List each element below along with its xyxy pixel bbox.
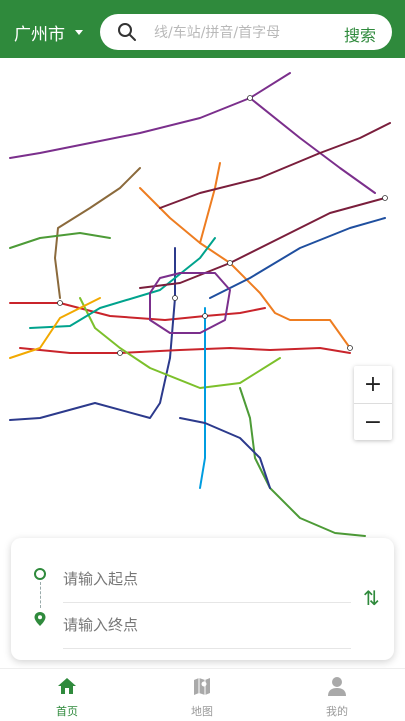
metro-line-2 bbox=[9, 247, 176, 421]
zoom-out-button[interactable]: − bbox=[354, 403, 392, 441]
metro-line-3 bbox=[139, 187, 351, 349]
divider bbox=[63, 648, 351, 649]
metro-line-22 bbox=[9, 232, 111, 249]
start-point-field[interactable]: 请输入起点 bbox=[11, 560, 351, 603]
route-planner-card: 请输入起点 请输入终点 ⇅ bbox=[11, 538, 394, 660]
metro-line-4 bbox=[239, 387, 366, 537]
tab-map-label: 地图 bbox=[191, 705, 213, 718]
interchange-station bbox=[117, 350, 123, 356]
bottom-tab-bar: 首页 地图 我的 bbox=[0, 668, 405, 721]
metro-line-3b bbox=[199, 162, 221, 244]
interchange-station bbox=[382, 195, 388, 201]
interchange-station bbox=[247, 95, 253, 101]
user-icon bbox=[328, 677, 346, 696]
tab-profile[interactable]: 我的 bbox=[297, 675, 377, 719]
map-icon bbox=[194, 678, 210, 695]
metro-line-11 bbox=[149, 272, 231, 334]
metro-line-6 bbox=[9, 72, 291, 159]
interchange-station bbox=[347, 345, 353, 351]
metro-line-6b bbox=[249, 97, 376, 194]
start-point-placeholder: 请输入起点 bbox=[63, 570, 139, 588]
interchange-station bbox=[227, 260, 233, 266]
end-point-field[interactable]: 请输入终点 bbox=[11, 606, 351, 649]
swap-route-button[interactable]: ⇅ bbox=[363, 586, 380, 610]
zoom-in-button[interactable]: + bbox=[354, 366, 392, 403]
interchange-station bbox=[57, 300, 63, 306]
metro-line-apm bbox=[199, 307, 206, 489]
metro-line-14 bbox=[159, 122, 391, 209]
home-icon bbox=[58, 678, 76, 694]
tab-home-label: 首页 bbox=[56, 705, 78, 718]
chevron-down-icon bbox=[75, 30, 83, 35]
zoom-control: + − bbox=[354, 366, 392, 440]
app-header: 广州市 搜索 bbox=[0, 0, 405, 58]
search-button[interactable]: 搜索 bbox=[344, 22, 376, 46]
divider bbox=[63, 602, 351, 603]
metro-line-5 bbox=[19, 347, 351, 354]
tab-profile-label: 我的 bbox=[326, 705, 348, 718]
interchange-station bbox=[172, 295, 178, 301]
tab-map[interactable]: 地图 bbox=[162, 675, 242, 719]
interchange-station bbox=[202, 313, 208, 319]
search-input[interactable] bbox=[152, 20, 336, 46]
city-label: 广州市 bbox=[14, 25, 65, 45]
search-icon bbox=[118, 23, 136, 41]
city-selector[interactable]: 广州市 bbox=[14, 20, 83, 45]
metro-line-9 bbox=[54, 167, 141, 299]
tab-home[interactable]: 首页 bbox=[27, 675, 107, 719]
end-point-placeholder: 请输入终点 bbox=[63, 616, 139, 634]
search-bar[interactable]: 搜索 bbox=[100, 14, 392, 50]
metro-line-18 bbox=[179, 417, 271, 489]
